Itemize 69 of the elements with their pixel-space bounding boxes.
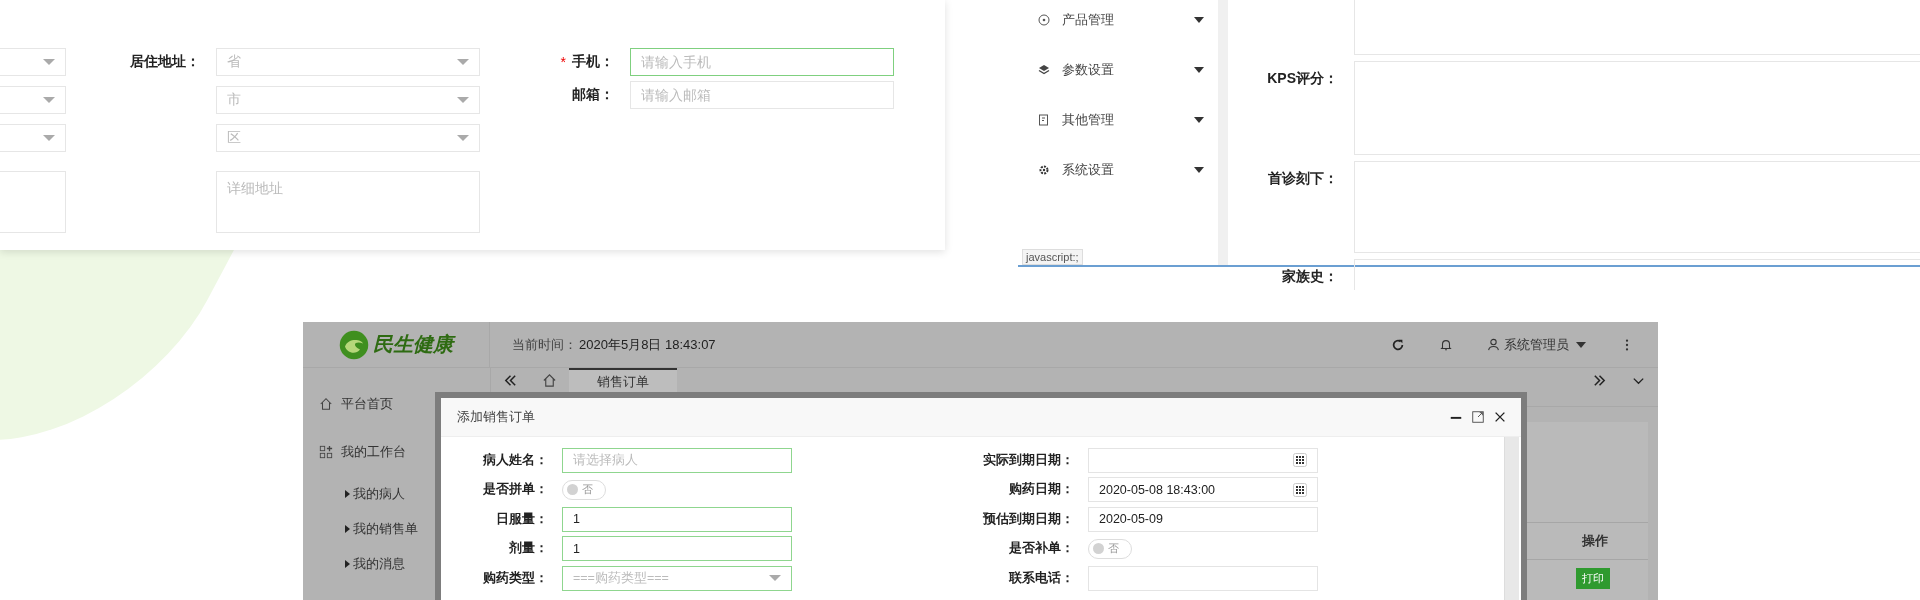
column-header: 操作	[1582, 532, 1608, 550]
caret-icon	[457, 97, 469, 103]
caret-icon	[43, 135, 55, 141]
field-label: 病人姓名：	[482, 451, 549, 469]
field-label: 剂量：	[508, 540, 549, 558]
textarea-field[interactable]	[1354, 259, 1920, 290]
layers-icon	[1038, 64, 1050, 76]
logo-icon	[339, 329, 369, 360]
input-field[interactable]: 2020-05-09	[1088, 506, 1318, 532]
textarea-field[interactable]	[0, 171, 66, 233]
print-button[interactable]: 打印	[1576, 567, 1610, 589]
time-label: 当前时间：	[512, 335, 577, 354]
field-label: 联系电话：	[1008, 569, 1075, 587]
home-icon[interactable]	[542, 373, 557, 388]
textarea-field[interactable]	[1354, 0, 1920, 55]
calendar-icon	[1293, 482, 1307, 497]
field-label: 购药日期：	[1008, 481, 1075, 499]
caret-icon	[769, 575, 781, 582]
menu-item[interactable]: 产品管理	[1018, 0, 1218, 40]
grid-icon	[319, 445, 333, 459]
select-field[interactable]	[0, 86, 66, 114]
caret-icon	[43, 59, 55, 65]
home-icon	[319, 397, 333, 411]
input-field[interactable]	[1088, 565, 1318, 591]
status-url: javascript:;	[1022, 249, 1083, 265]
caret-icon	[457, 135, 469, 141]
nav-item[interactable]: 我的销售单	[303, 511, 490, 546]
collapse-icon[interactable]	[503, 373, 518, 388]
scrollbar[interactable]	[1504, 437, 1519, 600]
field-label: 购药类型：	[482, 569, 549, 587]
field-label: 日服量：	[495, 510, 549, 528]
field-label: 是否补单：	[1008, 540, 1075, 558]
field-label: 预估到期日期：	[982, 510, 1075, 528]
input-field[interactable]: 请输入手机	[630, 48, 894, 76]
textarea-field[interactable]	[1354, 61, 1920, 155]
required-mark: *	[560, 54, 566, 70]
calendar-icon	[1293, 453, 1307, 468]
expand-icon[interactable]	[1592, 373, 1607, 388]
input-field[interactable]	[1088, 447, 1318, 473]
field-label: 邮箱：	[572, 86, 614, 104]
user-menu[interactable]: 系统管理员	[1487, 335, 1586, 354]
field-label: 手机：	[572, 53, 614, 71]
menu-item[interactable]: 系统设置	[1018, 150, 1218, 190]
input-field[interactable]: 2020-05-08 18:43:00	[1088, 477, 1318, 503]
field-label: 首诊刻下：	[1268, 170, 1338, 186]
gear-icon	[1038, 164, 1050, 176]
menu-item[interactable]: 其他管理	[1018, 100, 1218, 140]
user-icon	[1487, 338, 1500, 351]
caret-icon	[43, 97, 55, 103]
note-icon	[1038, 114, 1050, 126]
textarea-field[interactable]	[1354, 161, 1920, 253]
input-field[interactable]: 1	[562, 506, 792, 532]
refresh-icon[interactable]	[1391, 337, 1405, 352]
current-time: 2020年5月8日 18:43:07	[579, 335, 716, 354]
select-field[interactable]	[0, 124, 66, 152]
field-label: KPS评分：	[1267, 70, 1338, 86]
field-label: 是否拼单：	[482, 481, 549, 499]
caret-icon	[457, 59, 469, 65]
maximize-icon[interactable]	[1471, 410, 1485, 424]
close-icon[interactable]	[1493, 410, 1507, 424]
field-label: 实际到期日期：	[982, 451, 1075, 469]
field-label: 家族史：	[1282, 268, 1338, 284]
menu-item[interactable]: 参数设置	[1018, 50, 1218, 90]
dialog-title: 添加销售订单	[457, 408, 536, 426]
select-field[interactable]	[0, 48, 66, 76]
bell-icon[interactable]	[1439, 337, 1453, 352]
input-field[interactable]: 1	[562, 536, 792, 562]
field-label: 居住地址：	[130, 53, 200, 69]
circle-icon	[1038, 14, 1050, 26]
